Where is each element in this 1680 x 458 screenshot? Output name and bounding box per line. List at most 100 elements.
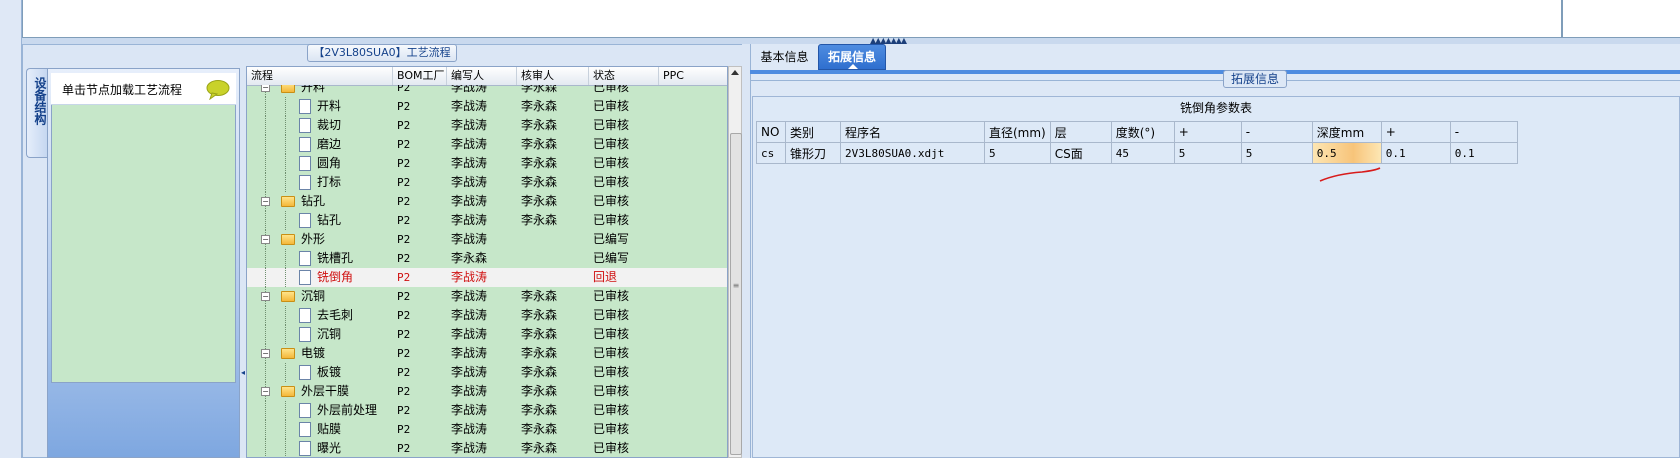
param-col-diameter[interactable]: 直径(mm): [984, 121, 1051, 143]
cell-bom: P2: [397, 157, 411, 170]
tree-item-row[interactable]: 圆角 P2 李战涛 李永森 已审核: [247, 154, 727, 173]
tree-folder-row[interactable]: − 开料 P2 李战涛 李永森 已审核: [247, 85, 727, 97]
cell-bom: P2: [397, 290, 411, 303]
tree-folder-row[interactable]: − 外层干膜 P2 李战涛 李永森 已审核: [247, 382, 727, 401]
param-cell-plus-2[interactable]: 0.1: [1380, 142, 1451, 164]
chamfer-param-table: NO 类别 程序名 直径(mm) 层 度数(°) + - 深度mm + - cs…: [756, 121, 1518, 164]
grid-header: 流程 BOM工厂 编写人 核审人 状态 PPC: [247, 67, 727, 86]
param-cell-layer[interactable]: CS面: [1049, 142, 1112, 164]
tree-folder-row[interactable]: − 外形 P2 李战涛 已编写: [247, 230, 727, 249]
param-col-minus-1[interactable]: -: [1240, 121, 1313, 143]
cell-status: 已编写: [593, 251, 630, 265]
param-col-no[interactable]: NO: [756, 121, 786, 143]
tree-item-row[interactable]: 铣槽孔 P2 李永森 已编写: [247, 249, 727, 268]
document-icon: [299, 137, 311, 152]
speech-bubble-icon: [206, 80, 230, 100]
cell-bom: P2: [397, 385, 411, 398]
grid-vertical-scrollbar[interactable]: ≡: [728, 66, 742, 458]
collapse-toggle-icon[interactable]: −: [261, 349, 270, 358]
cell-reviewer: 李永森: [521, 156, 558, 170]
collapse-toggle-icon[interactable]: −: [261, 235, 270, 244]
tab-basic-info[interactable]: 基本信息: [752, 46, 817, 68]
tree-guide-line: [285, 135, 286, 154]
param-col-depth[interactable]: 深度mm: [1311, 121, 1382, 143]
cell-bom: P2: [397, 442, 411, 455]
cell-writer: 李战涛: [451, 270, 488, 284]
tree-item-row[interactable]: 开料 P2 李战涛 李永森 已审核: [247, 97, 727, 116]
cell-writer: 李战涛: [451, 156, 488, 170]
tree-guide-line: [265, 268, 266, 287]
structure-tree-area[interactable]: [51, 73, 236, 383]
cell-reviewer: 李永森: [521, 327, 558, 341]
cell-writer: 李战涛: [451, 99, 488, 113]
tree-guide-line: [285, 249, 286, 268]
param-col-plus-1[interactable]: +: [1173, 121, 1242, 143]
tree-item-row[interactable]: 钻孔 P2 李战涛 李永森 已审核: [247, 211, 727, 230]
scroll-up-arrow-icon[interactable]: [731, 70, 739, 75]
col-header-bom[interactable]: BOM工厂: [393, 67, 447, 85]
param-col-program[interactable]: 程序名: [840, 121, 985, 143]
col-header-writer[interactable]: 编写人: [447, 67, 517, 85]
tree-item-row[interactable]: 打标 P2 李战涛 李永森 已审核: [247, 173, 727, 192]
param-cell-minus-2[interactable]: 0.1: [1449, 142, 1518, 164]
collapse-toggle-icon[interactable]: −: [261, 85, 270, 92]
param-col-plus-2[interactable]: +: [1380, 121, 1451, 143]
tab-strip-underline: [750, 70, 1680, 74]
collapse-toggle-icon[interactable]: −: [261, 387, 270, 396]
tree-item-row[interactable]: 铣倒角 P2 李战涛 回退: [247, 268, 727, 287]
param-cell-plus-1[interactable]: 5: [1173, 142, 1242, 164]
tree-item-row[interactable]: 沉铜 P2 李战涛 李永森 已审核: [247, 325, 727, 344]
tree-node-label: 沉铜: [301, 289, 326, 303]
cell-writer: 李战涛: [451, 403, 488, 417]
param-cell-minus-1[interactable]: 5: [1240, 142, 1313, 164]
extended-info-legend: 拓展信息: [1223, 70, 1287, 88]
tree-item-row[interactable]: 板镀 P2 李战涛 李永森 已审核: [247, 363, 727, 382]
tree-folder-row[interactable]: − 钻孔 P2 李战涛 李永森 已审核: [247, 192, 727, 211]
col-header-status[interactable]: 状态: [589, 67, 659, 85]
tree-guide-line: [285, 173, 286, 192]
document-icon: [299, 270, 311, 285]
tree-item-row[interactable]: 去毛刺 P2 李战涛 李永森 已审核: [247, 306, 727, 325]
process-flow-grid: 流程 BOM工厂 编写人 核审人 状态 PPC − 开料 P2 李战涛 李永森 已审核 开料…: [246, 66, 728, 458]
cell-writer: 李战涛: [451, 365, 488, 379]
param-cell-depth[interactable]: 0.5: [1311, 142, 1382, 164]
param-cell-no[interactable]: cs: [756, 142, 786, 164]
param-col-degree[interactable]: 度数(°): [1110, 121, 1175, 143]
equipment-structure-tab[interactable]: 设备结构: [26, 68, 48, 158]
param-cell-degree[interactable]: 45: [1110, 142, 1175, 164]
hint-text: 单击节点加载工艺流程: [62, 83, 183, 97]
cell-bom: P2: [397, 404, 411, 417]
tree-item-row[interactable]: 外层前处理 P2 李战涛 李永森 已审核: [247, 401, 727, 420]
tree-guide-line: [265, 363, 266, 382]
param-cell-category[interactable]: 锥形刀: [785, 142, 841, 164]
param-col-layer[interactable]: 层: [1049, 121, 1112, 143]
param-col-category[interactable]: 类别: [785, 121, 841, 143]
tree-folder-row[interactable]: − 电镀 P2 李战涛 李永森 已审核: [247, 344, 727, 363]
tree-item-row[interactable]: 贴膜 P2 李战涛 李永森 已审核: [247, 420, 727, 439]
tree-folder-row[interactable]: − 沉铜 P2 李战涛 李永森 已审核: [247, 287, 727, 306]
cell-reviewer: 李永森: [521, 441, 558, 455]
document-icon: [299, 175, 311, 190]
tree-item-row[interactable]: 磨边 P2 李战涛 李永森 已审核: [247, 135, 727, 154]
tree-item-row[interactable]: 曝光 P2 李战涛 李永森 已审核: [247, 439, 727, 457]
cell-status: 已审核: [593, 346, 630, 360]
param-cell-diameter[interactable]: 5: [984, 142, 1051, 164]
tree-item-row[interactable]: 裁切 P2 李战涛 李永森 已审核: [247, 116, 727, 135]
col-header-flow[interactable]: 流程: [247, 67, 393, 85]
collapse-toggle-icon[interactable]: −: [261, 292, 270, 301]
tree-node-label: 开料: [301, 85, 326, 94]
cell-bom: P2: [397, 138, 411, 151]
cell-status: 已审核: [593, 194, 630, 208]
param-col-minus-2[interactable]: -: [1449, 121, 1518, 143]
window-left-edge: [0, 0, 22, 458]
param-cell-program[interactable]: 2V3L80SUA0.xdjt: [840, 142, 985, 164]
cell-bom: P2: [397, 271, 411, 284]
document-icon: [299, 251, 311, 266]
col-header-reviewer[interactable]: 核审人: [517, 67, 589, 85]
right-splitter[interactable]: [742, 44, 750, 458]
col-header-ppc[interactable]: PPC: [659, 67, 727, 85]
tree-guide-line: [265, 401, 266, 420]
document-icon: [299, 365, 311, 380]
collapse-toggle-icon[interactable]: −: [261, 197, 270, 206]
scrollbar-thumb[interactable]: ≡: [730, 133, 742, 455]
